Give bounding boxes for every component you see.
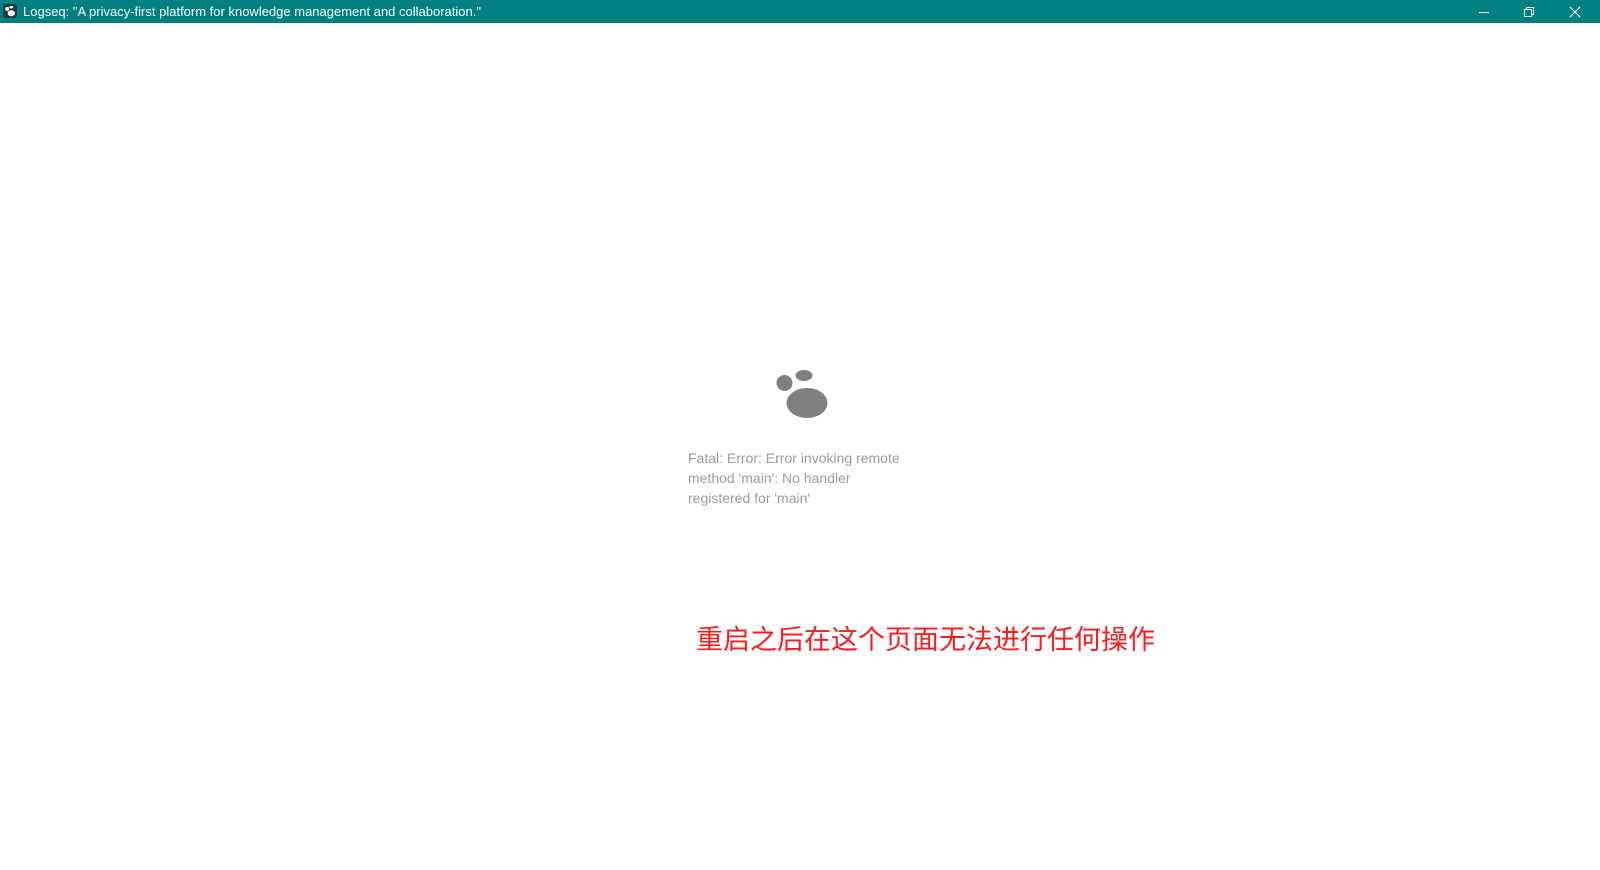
main-content: Fatal: Error: Error invoking remote meth… xyxy=(0,23,1600,870)
close-icon xyxy=(1569,6,1581,17)
window-title: Logseq: "A privacy-first platform for kn… xyxy=(23,4,481,19)
restore-icon xyxy=(1524,6,1534,17)
minimize-icon xyxy=(1479,11,1489,13)
close-button[interactable] xyxy=(1553,0,1597,23)
error-message: Fatal: Error: Error invoking remote meth… xyxy=(688,450,900,506)
minimize-button[interactable] xyxy=(1462,0,1506,23)
logseq-logo-icon xyxy=(3,4,17,18)
app-window: Logseq: "A privacy-first platform for kn… xyxy=(0,0,1600,870)
logseq-logo-icon xyxy=(776,370,828,418)
title-bar[interactable]: Logseq: "A privacy-first platform for kn… xyxy=(0,0,1600,23)
restore-button[interactable] xyxy=(1507,0,1551,23)
annotation-text: 重启之后在这个页面无法进行任何操作 xyxy=(696,625,1155,656)
